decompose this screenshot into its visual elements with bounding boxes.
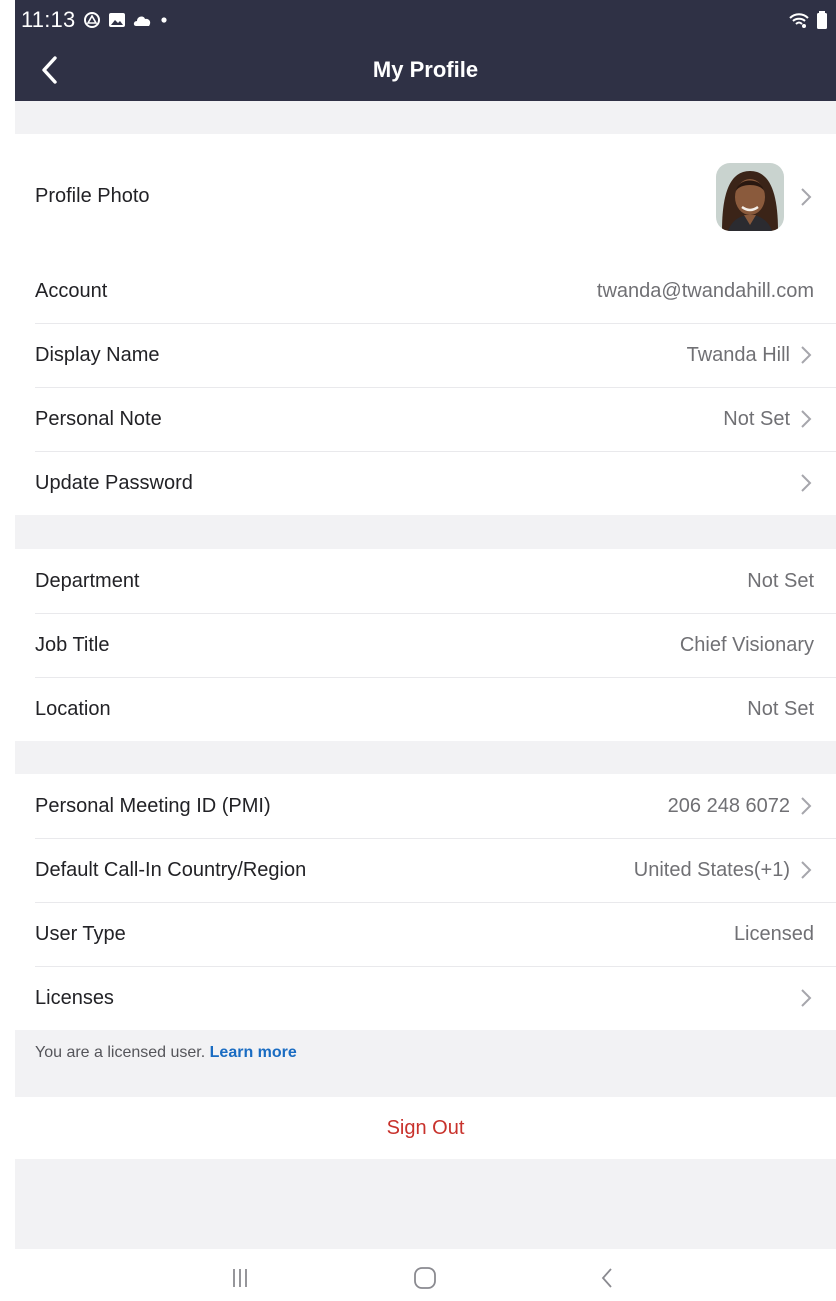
chevron-right-icon — [800, 345, 814, 365]
row-user-type[interactable]: User Type Licensed — [15, 902, 836, 966]
row-label: Account — [35, 279, 108, 302]
recent-apps-icon — [233, 1269, 247, 1287]
sign-out-row[interactable]: Sign Out — [15, 1097, 836, 1159]
nav-back-button[interactable] — [577, 1263, 637, 1293]
wifi-icon — [789, 13, 809, 28]
row-call-in-country[interactable]: Default Call-In Country/Region United St… — [15, 838, 836, 902]
android-nav-bar — [0, 1249, 836, 1301]
row-label: Update Password — [35, 471, 193, 494]
section-organization: Department Not Set Job Title Chief Visio… — [15, 549, 836, 741]
sign-out-button[interactable]: Sign Out — [387, 1117, 465, 1140]
row-label: User Type — [35, 922, 126, 945]
row-personal-note[interactable]: Personal Note Not Set — [15, 387, 836, 451]
chevron-right-icon — [800, 409, 814, 429]
row-label: Licenses — [35, 986, 114, 1009]
chevron-right-icon — [800, 473, 814, 493]
personal-note-value: Not Set — [723, 407, 790, 430]
row-label: Personal Meeting ID (PMI) — [35, 794, 271, 817]
row-location[interactable]: Location Not Set — [15, 677, 836, 741]
row-label: Department — [35, 569, 140, 592]
home-icon — [414, 1267, 436, 1289]
chevron-right-icon — [800, 796, 814, 816]
recent-apps-button[interactable] — [210, 1263, 270, 1293]
chevron-right-icon — [800, 187, 814, 207]
row-label: Job Title — [35, 633, 110, 656]
pmi-value: 206 248 6072 — [667, 794, 790, 817]
row-label: Location — [35, 697, 111, 720]
status-bar-right — [788, 10, 828, 30]
row-job-title[interactable]: Job Title Chief Visionary — [15, 613, 836, 677]
back-arrow-icon — [601, 1268, 612, 1288]
row-profile-photo[interactable]: Profile Photo — [15, 134, 836, 259]
call-in-country-value: United States(+1) — [633, 858, 790, 881]
row-label: Profile Photo — [35, 185, 150, 207]
page-title: My Profile — [372, 57, 479, 82]
home-button[interactable] — [395, 1263, 455, 1293]
location-value: Not Set — [747, 697, 814, 720]
avatar — [716, 162, 784, 231]
battery-icon — [817, 11, 827, 29]
row-label: Default Call-In Country/Region — [35, 858, 307, 881]
row-label: Personal Note — [35, 407, 162, 430]
display-name-value: Twanda Hill — [686, 343, 790, 366]
row-update-password[interactable]: Update Password — [15, 451, 836, 515]
image-icon — [109, 13, 126, 27]
app-frame: 11:13 My Profile Profile Photo Account t… — [0, 0, 836, 1301]
dot-icon — [161, 17, 168, 23]
user-type-value: Licensed — [733, 922, 814, 945]
row-display-name[interactable]: Display Name Twanda Hill — [15, 323, 836, 387]
row-label: Display Name — [35, 343, 160, 366]
section-account: Account twanda@twandahill.com Display Na… — [15, 259, 836, 515]
license-note: You are a licensed user. Learn more — [35, 1044, 297, 1062]
department-value: Not Set — [747, 569, 814, 592]
license-note-text: You are a licensed user. — [35, 1044, 206, 1061]
row-department[interactable]: Department Not Set — [15, 549, 836, 613]
chevron-right-icon — [800, 860, 814, 880]
top-bar: 11:13 My Profile — [15, 0, 836, 101]
row-account[interactable]: Account twanda@twandahill.com — [15, 259, 836, 323]
learn-more-link[interactable]: Learn more — [210, 1044, 297, 1061]
section-meeting: Personal Meeting ID (PMI) 206 248 6072 D… — [15, 774, 836, 1030]
status-time: 11:13 — [21, 7, 76, 32]
job-title-value: Chief Visionary — [679, 633, 814, 656]
drive-icon — [84, 12, 101, 28]
status-bar-left: 11:13 — [21, 6, 168, 34]
chevron-right-icon — [800, 988, 814, 1008]
account-email: twanda@twandahill.com — [596, 279, 814, 302]
row-licenses[interactable]: Licenses — [15, 966, 836, 1030]
row-pmi[interactable]: Personal Meeting ID (PMI) 206 248 6072 — [15, 774, 836, 838]
section-photo: Profile Photo — [15, 134, 836, 259]
cloud-icon — [134, 16, 151, 26]
